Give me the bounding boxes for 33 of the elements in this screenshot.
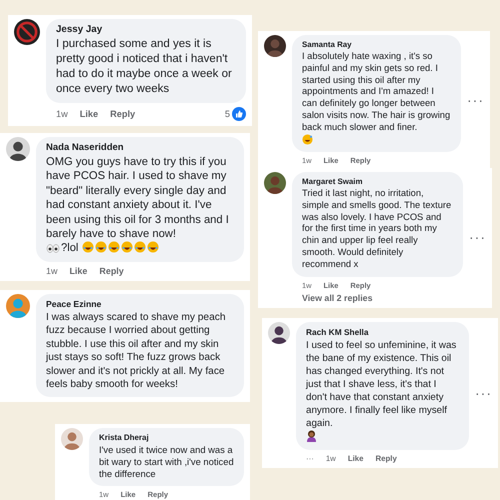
laughing-emoji-icon bbox=[134, 241, 146, 254]
more-options-button[interactable]: ··· bbox=[467, 92, 484, 108]
commenter-name[interactable]: Peace Ezinne bbox=[46, 299, 234, 309]
eyes-emoji-icon bbox=[46, 244, 60, 254]
comment-text: OMG you guys have to try this if you have PCOS hair. I used to shave my "beard" literally every single day and had constant anxiety about it. I've been using this oil for 3 months and I barely have to shave now! bbox=[46, 155, 230, 242]
comment-text: I absolutely hate waxing , it's so painful and my skin gets so red. I started using this oil after my appointments and I'm amazed! I can definitely go longer between salon visits now. The hair is growing back much slower and finer. bbox=[302, 51, 451, 134]
woman-emoji-icon bbox=[306, 430, 317, 442]
more-options-button[interactable]: ··· bbox=[475, 384, 492, 400]
reply-link[interactable]: Reply bbox=[99, 266, 124, 276]
laughing-emoji-icon bbox=[146, 241, 159, 254]
comment-text: I purchased some and yes it is pretty good i noticed that i haven't had to do it maybe once a week or once every two weeks bbox=[56, 37, 233, 97]
comment-text: I was always scared to shave my peach fuzz because I worried about getting stubble. I use this oil after and my skin just stays so soft! The fuzz grows back slower and it's not prickly at all. My face feels baby smooth for weeks! bbox=[46, 311, 226, 392]
more-options-button[interactable]: ··· bbox=[469, 229, 486, 246]
reply-link[interactable]: Reply bbox=[110, 109, 136, 119]
laughing-emoji-icon bbox=[94, 241, 107, 254]
laughing-emoji-icon bbox=[120, 241, 133, 254]
like-link[interactable]: Like bbox=[69, 266, 88, 276]
laughing-emoji-icon bbox=[108, 241, 120, 254]
like-link[interactable]: Like bbox=[80, 109, 98, 119]
comment-time: 1w bbox=[56, 109, 68, 119]
grinning-sweat-emoji-icon bbox=[302, 134, 313, 145]
commenter-name[interactable]: Jessy Jay bbox=[56, 24, 236, 35]
comment-text: I used to feel so unfeminine, it was the bane of my existence. This oil has changed everything. It's not just that I shave less, it's that I don't have that constant anxiety anymore. I finally feel like myself again. bbox=[306, 339, 458, 430]
comment-text: ?lol bbox=[61, 242, 80, 254]
comment-text: Tried it last night, no irritation, simple and smells good. The texture was also lovely. I have PCOS and for the first time in years both my chin and upper lip feel really smooth. Would definitely recommend x bbox=[302, 188, 452, 271]
laughing-emoji-icon bbox=[82, 241, 94, 254]
commenter-name[interactable]: Nada Naseridden bbox=[46, 142, 234, 153]
like-reaction-icon bbox=[232, 107, 246, 121]
commenter-name[interactable]: Rach KM Shella bbox=[306, 327, 459, 337]
comment-text: I've used it twice now and was a bit wary to start with ,i've noticed the difference bbox=[99, 444, 234, 480]
comment-time: 1w bbox=[46, 266, 58, 276]
view-replies-link[interactable]: View all 2 replies bbox=[292, 290, 463, 303]
reaction-count: 5 bbox=[224, 109, 230, 119]
